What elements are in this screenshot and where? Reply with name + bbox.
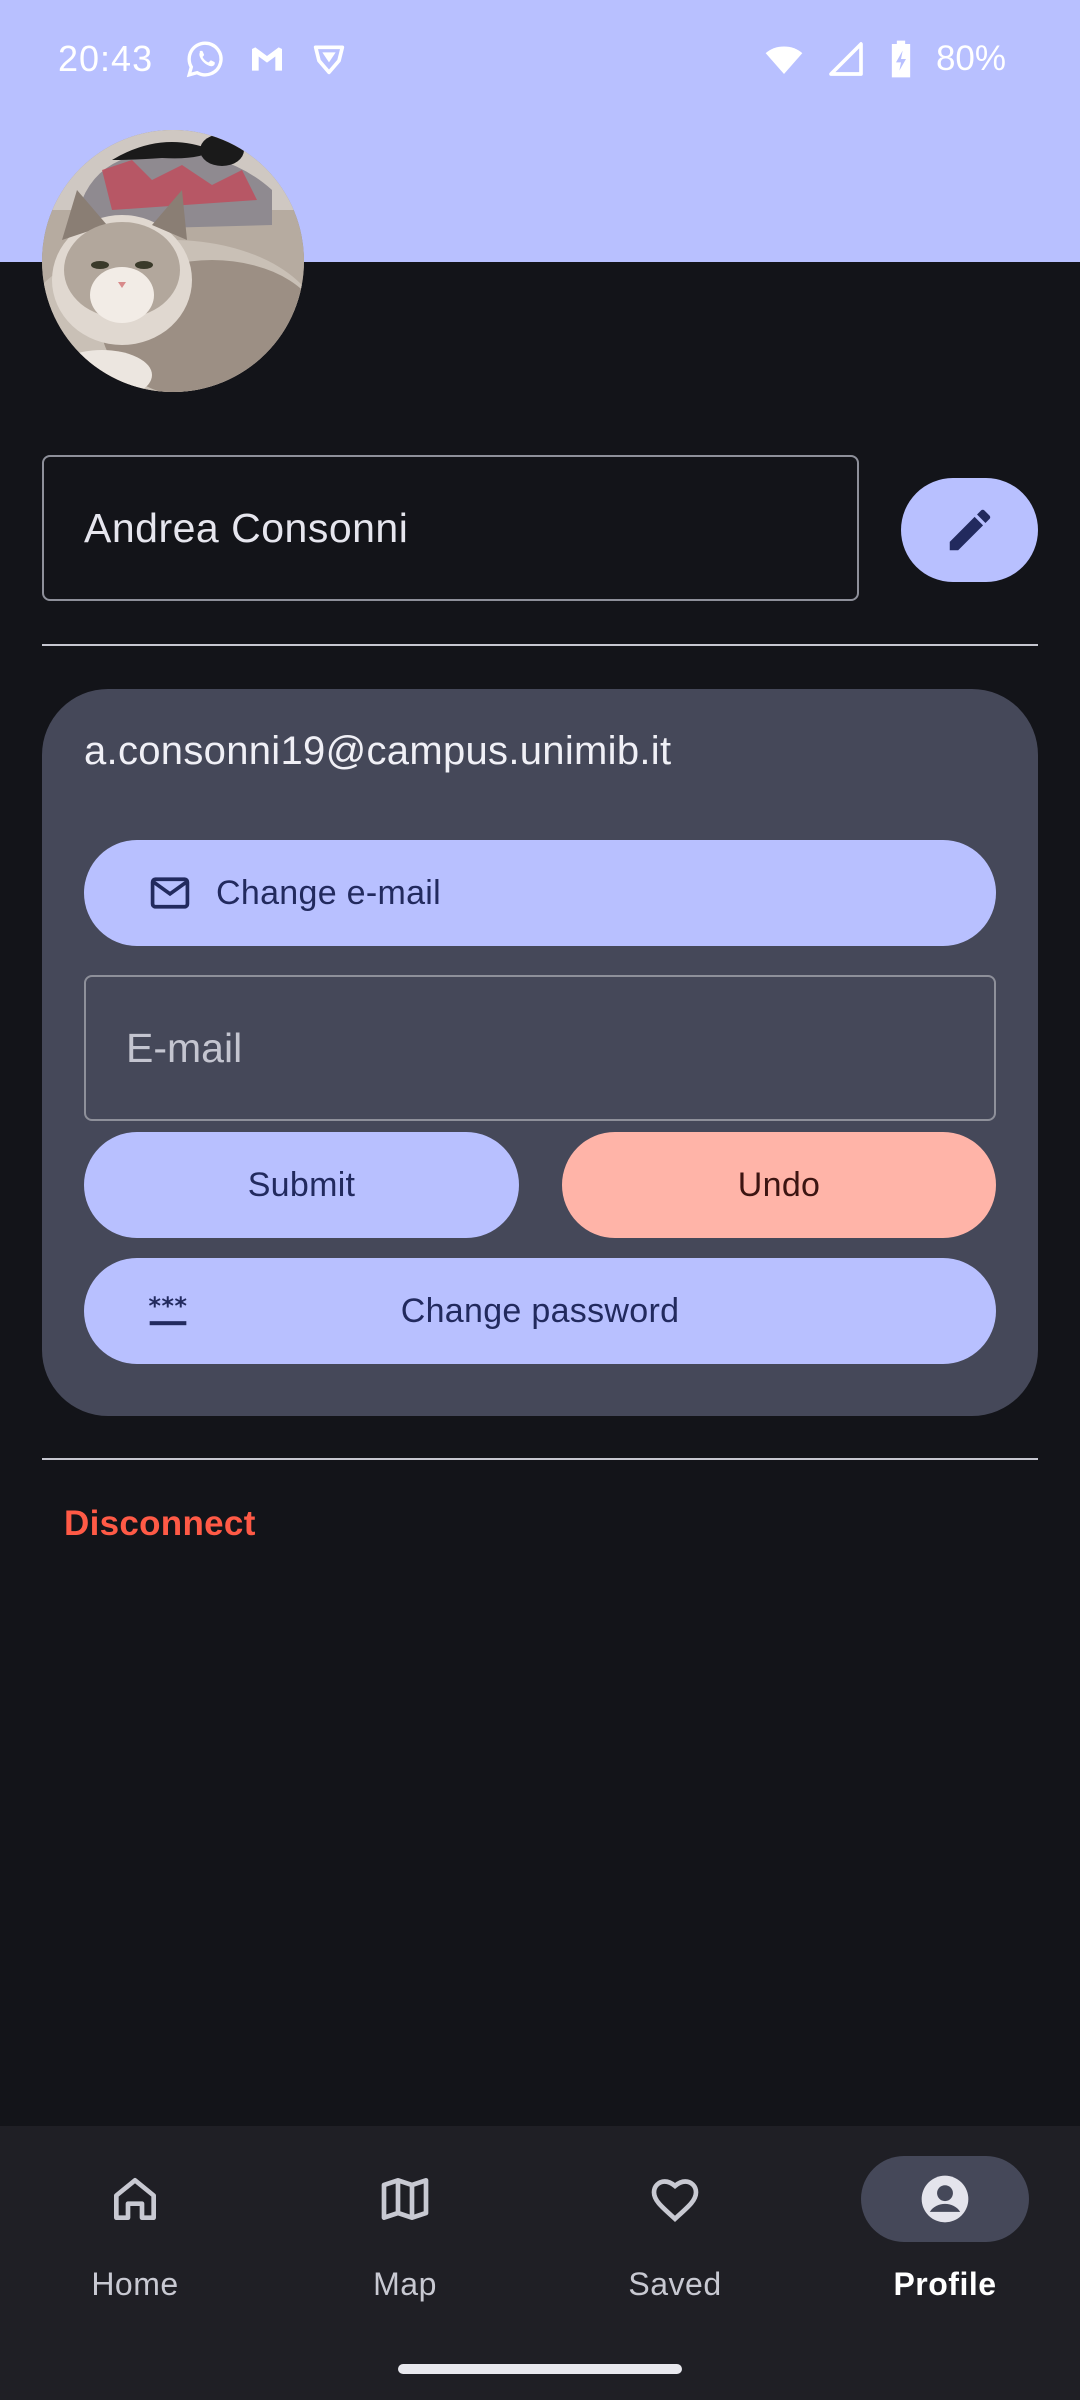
signal-icon xyxy=(826,39,866,79)
display-name-value: Andrea Consonni xyxy=(84,504,409,551)
status-bar: 20:43 80% xyxy=(0,0,1080,118)
map-icon xyxy=(381,2178,429,2220)
divider-bottom xyxy=(42,1458,1038,1460)
current-email: a.consonni19@campus.unimib.it xyxy=(84,729,672,773)
account-circle-icon xyxy=(921,2175,969,2223)
pencil-icon xyxy=(949,509,990,551)
submit-button[interactable]: Submit xyxy=(84,1132,519,1238)
divider-top xyxy=(42,644,1038,646)
email-input[interactable]: E-mail xyxy=(84,975,996,1121)
status-left: 20:43 xyxy=(58,38,349,80)
gmail-icon xyxy=(247,39,287,79)
whatsapp-icon xyxy=(185,39,225,79)
nav-label-profile: Profile xyxy=(893,2266,997,2302)
svg-text:***: *** xyxy=(148,1292,187,1320)
email-input-placeholder: E-mail xyxy=(126,1024,243,1071)
nav-item-map[interactable]: Map xyxy=(270,2156,540,2316)
display-name-field[interactable]: Andrea Consonni xyxy=(42,455,859,601)
nav-icon-container xyxy=(591,2156,759,2242)
vpn-icon xyxy=(309,39,349,79)
password-icon: *** xyxy=(146,1290,190,1334)
change-email-label: Change e-mail xyxy=(216,873,442,912)
undo-button[interactable]: Undo xyxy=(562,1132,996,1238)
mail-icon xyxy=(148,871,192,915)
status-right: 80% xyxy=(764,39,1006,79)
nav-icon-container xyxy=(51,2156,219,2242)
battery-percent: 80% xyxy=(935,39,1006,78)
change-password-label: Change password xyxy=(400,1291,680,1330)
bottom-navigation: Home Map Saved Profile xyxy=(0,2126,1080,2400)
email-card: a.consonni19@campus.unimib.it Change e-m… xyxy=(42,689,1038,1416)
nav-label-map: Map xyxy=(373,2266,437,2302)
status-time: 20:43 xyxy=(58,38,154,79)
nav-item-saved[interactable]: Saved xyxy=(540,2156,810,2316)
nav-item-profile[interactable]: Profile xyxy=(810,2156,1080,2316)
nav-label-home: Home xyxy=(91,2266,179,2302)
nav-icon-container xyxy=(321,2156,489,2242)
undo-label: Undo xyxy=(737,1165,821,1204)
heart-icon xyxy=(651,2179,699,2223)
battery-charging-icon xyxy=(888,39,914,79)
profile-avatar[interactable] xyxy=(42,130,304,392)
nav-icon-container-active xyxy=(861,2156,1029,2242)
submit-label: Submit xyxy=(247,1165,356,1204)
home-indicator[interactable] xyxy=(398,2364,682,2374)
nav-item-home[interactable]: Home xyxy=(0,2156,270,2316)
wifi-icon xyxy=(764,39,804,79)
cat-photo xyxy=(42,130,304,392)
change-email-button[interactable]: Change e-mail xyxy=(84,840,996,946)
change-password-button[interactable]: *** Change password xyxy=(84,1258,996,1364)
home-icon xyxy=(114,2178,157,2220)
nav-label-saved: Saved xyxy=(628,2266,722,2302)
edit-name-button[interactable] xyxy=(901,478,1038,582)
disconnect-button[interactable]: Disconnect xyxy=(64,1504,256,1544)
